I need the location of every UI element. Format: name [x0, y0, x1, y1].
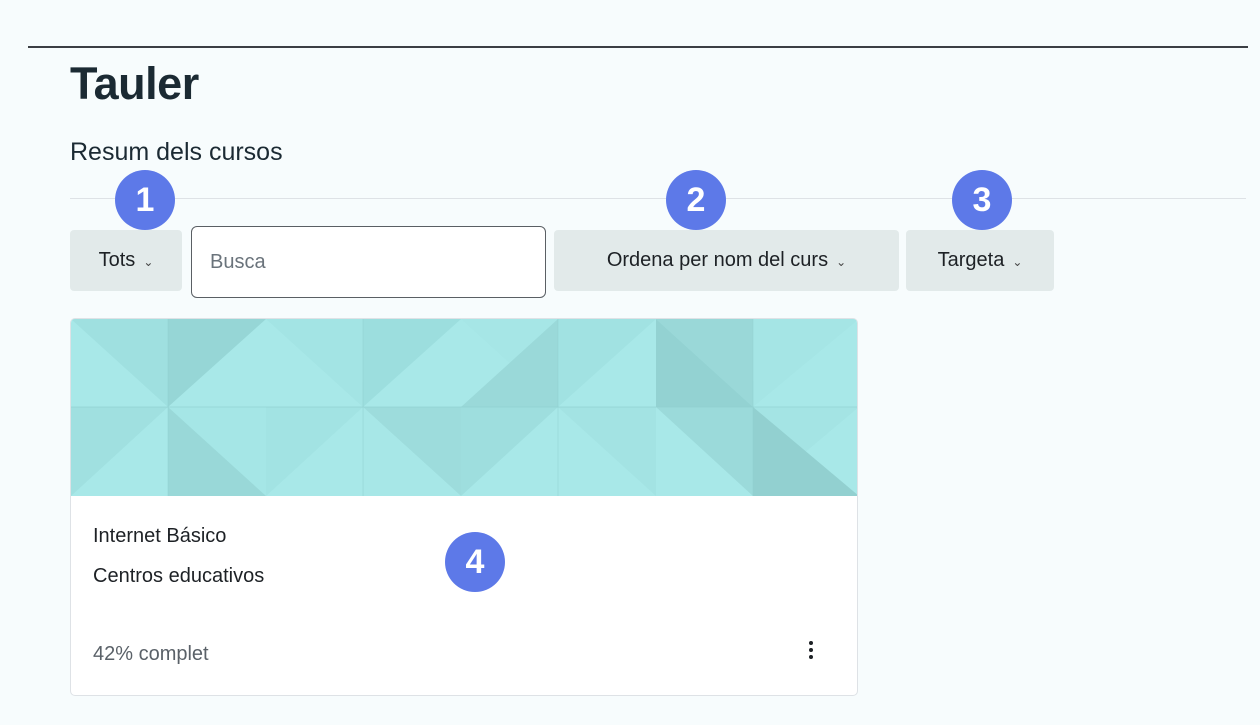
- course-image[interactable]: [71, 319, 858, 496]
- section-divider: [70, 198, 1246, 199]
- grouping-dropdown-button[interactable]: Tots ⌄: [70, 230, 182, 291]
- course-name-link[interactable]: Internet Básico: [93, 525, 226, 548]
- kebab-menu-icon[interactable]: [801, 635, 821, 665]
- display-dropdown-label: Targeta: [937, 249, 1005, 271]
- annotation-badge-1: 1: [115, 170, 175, 230]
- course-card[interactable]: Internet Básico Centros educativos 42% c…: [70, 318, 858, 696]
- page-title: Tauler: [70, 58, 199, 109]
- search-input[interactable]: [191, 226, 546, 298]
- sort-dropdown-button[interactable]: Ordena per nom del curs ⌄: [554, 230, 899, 291]
- annotation-badge-3: 3: [952, 170, 1012, 230]
- grouping-dropdown-label: Tots: [98, 249, 136, 271]
- top-divider: [28, 46, 1248, 48]
- chevron-down-icon: ⌄: [143, 254, 154, 269]
- sort-dropdown-label: Ordena per nom del curs: [606, 249, 829, 271]
- block-title: Resum dels cursos: [70, 138, 283, 166]
- display-dropdown-button[interactable]: Targeta ⌄: [906, 230, 1054, 291]
- course-category: Centros educativos: [93, 565, 265, 587]
- annotation-badge-2: 2: [666, 170, 726, 230]
- annotation-badge-4: 4: [445, 532, 505, 592]
- chevron-down-icon: ⌄: [1012, 254, 1023, 269]
- chevron-down-icon: ⌄: [836, 254, 847, 269]
- course-progress-text: 42% complet: [93, 643, 209, 665]
